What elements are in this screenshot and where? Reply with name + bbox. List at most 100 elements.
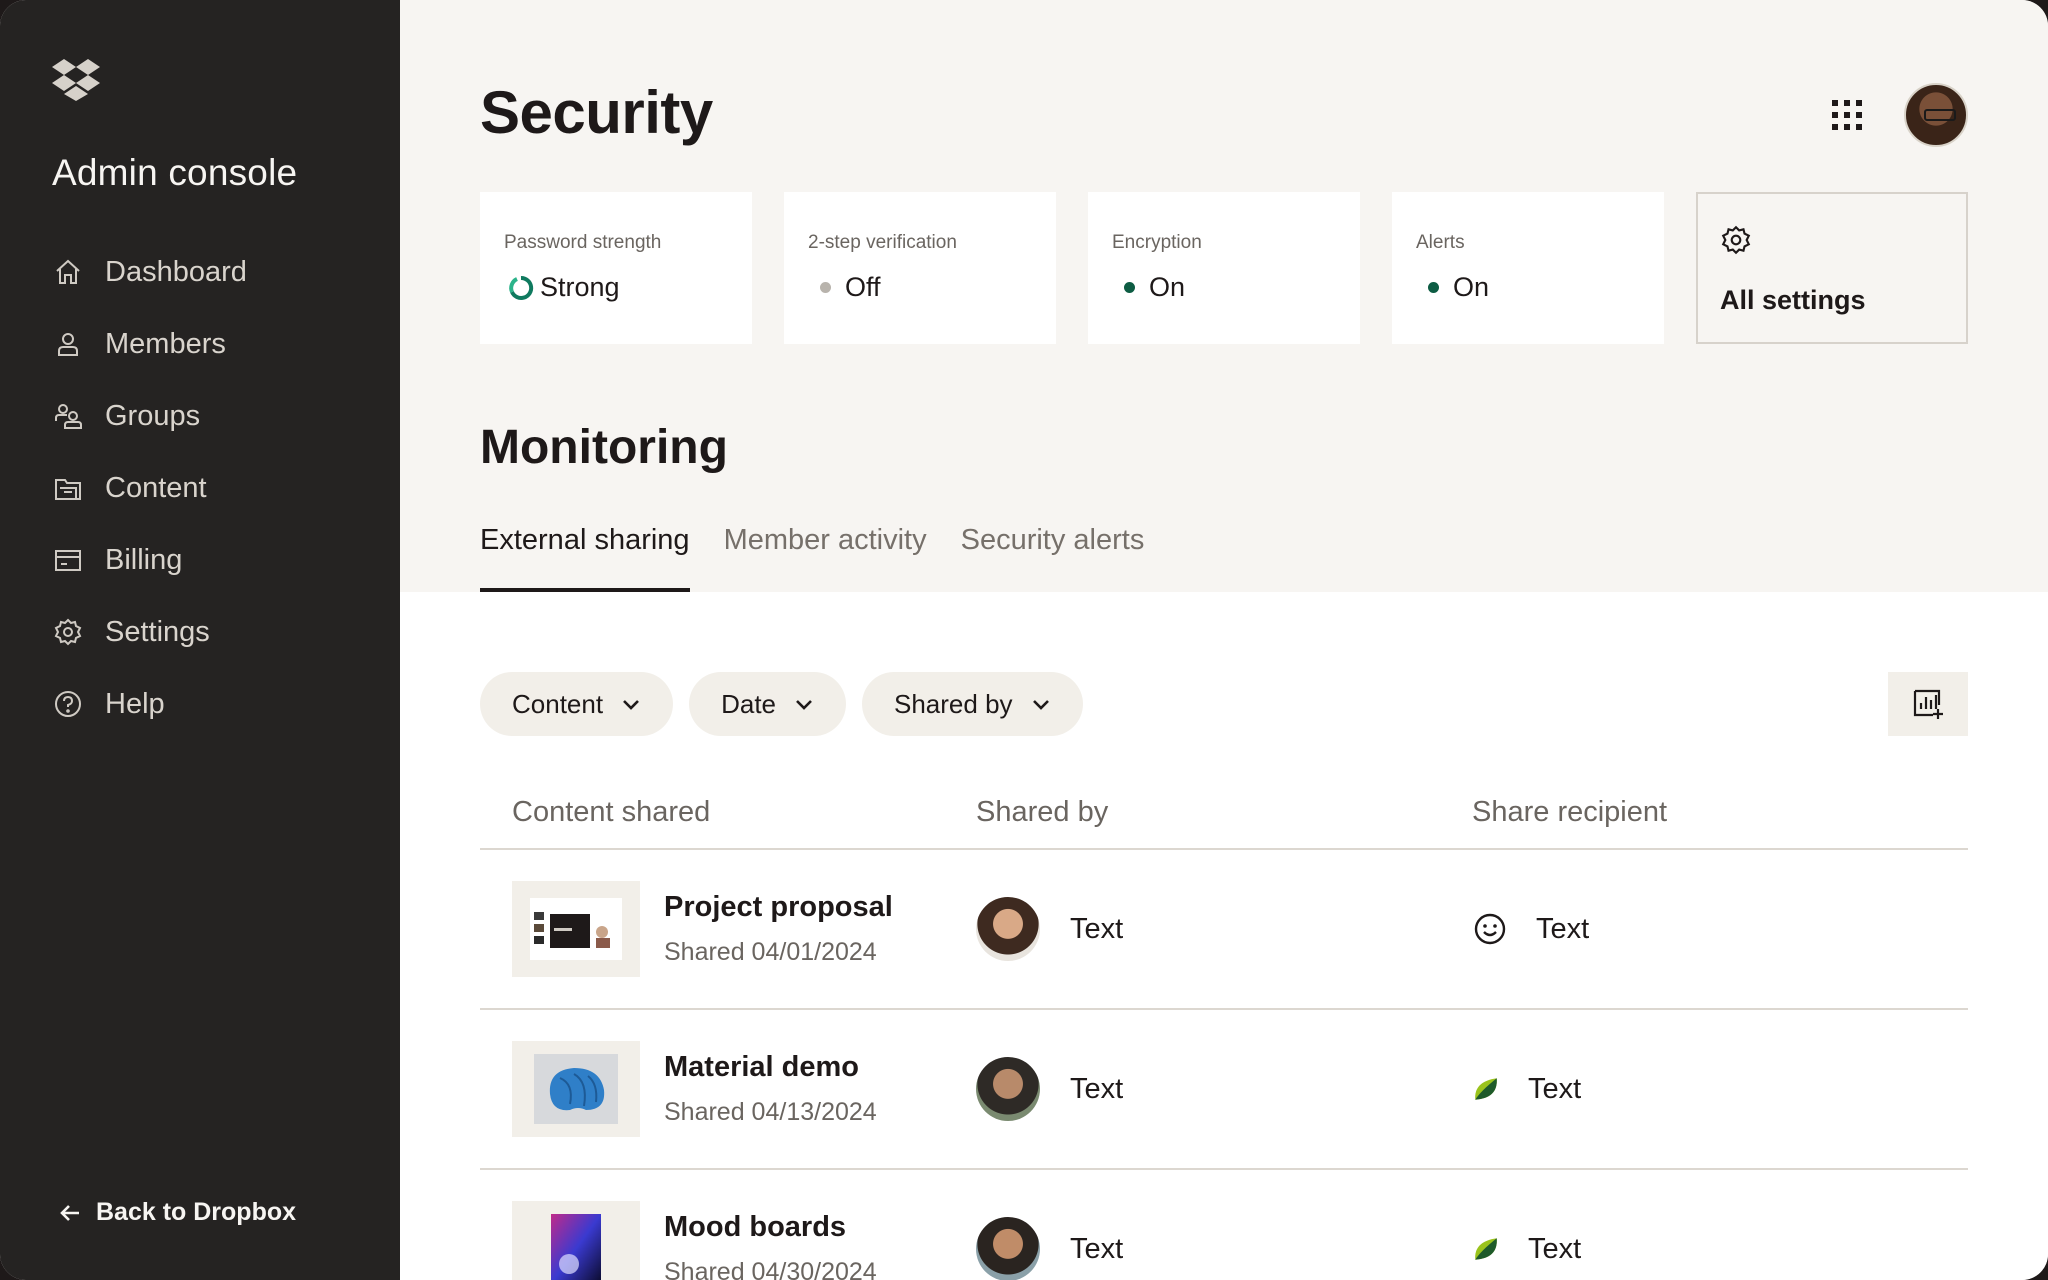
sidebar-nav: Dashboard Members Groups Content Billing… [52,236,352,740]
sharer-avatar[interactable] [976,897,1040,961]
table-row[interactable]: Material demo Shared 04/13/2024 Text Tex… [480,1010,1968,1170]
column-header[interactable]: Content shared [480,796,976,829]
content-text: Mood boards Shared 04/30/2024 [664,1211,877,1280]
filter-label: Date [721,688,776,719]
status-dot-icon [820,282,831,293]
app-window: Admin console Dashboard Members Groups C… [0,0,2048,1280]
sidebar-item-label: Members [105,327,226,360]
sidebar-item-help[interactable]: Help [52,668,352,740]
filter-content-button[interactable]: Content [480,672,674,736]
status-value-text: On [1453,272,1490,302]
folder-icon [52,472,84,504]
status-card-password[interactable]: Password strength Strong [480,192,752,344]
file-name[interactable]: Mood boards [664,1211,877,1244]
person-icon [52,328,84,360]
sharer-name: Text [1070,1232,1124,1265]
status-card-encryption[interactable]: Encryption On [1088,192,1360,344]
sidebar-item-members[interactable]: Members [52,308,352,380]
shared-by-cell: Text [976,897,1472,961]
sidebar-item-dashboard[interactable]: Dashboard [52,236,352,308]
sharer-avatar[interactable] [976,1217,1040,1280]
chart-add-icon [1913,689,1943,719]
column-header[interactable]: Share recipient [1472,796,1968,829]
recipient-cell: Text [1472,1231,1968,1267]
sidebar-item-settings[interactable]: Settings [52,596,352,668]
filter-bar: Content Date Shared by [480,672,1099,736]
content-cell: Material demo Shared 04/13/2024 [480,1041,976,1137]
all-settings-card[interactable]: All settings [1696,192,1968,344]
status-cards: Password strength Strong 2-step verifica… [480,192,1968,344]
recipient-name: Text [1528,1072,1582,1105]
table-row[interactable]: Project proposal Shared 04/01/2024 Text … [480,850,1968,1010]
smiley-icon [1472,911,1508,947]
monitoring-tabs: External sharing Member activity Securit… [480,520,1178,592]
sidebar-item-content[interactable]: Content [52,452,352,524]
content-text: Material demo Shared 04/13/2024 [664,1051,877,1127]
file-name[interactable]: Project proposal [664,891,893,924]
status-card-value: On [1416,272,1640,303]
status-card-label: Password strength [504,232,662,253]
user-avatar[interactable] [1904,83,1968,147]
tab-security-alerts[interactable]: Security alerts [961,520,1145,592]
status-card-value: Off [808,272,1032,303]
group-icon [52,400,84,432]
moodboard-thumbnail-icon [551,1214,601,1280]
help-icon [52,688,84,720]
file-thumbnail [512,881,640,977]
content-cell: Mood boards Shared 04/30/2024 [480,1201,976,1280]
recipient-cell: Text [1472,911,1968,947]
leaf-icon [1472,1071,1500,1107]
file-name[interactable]: Material demo [664,1051,877,1084]
shared-date: Shared 04/30/2024 [664,1258,877,1280]
recipient-cell: Text [1472,1071,1968,1107]
shared-by-cell: Text [976,1057,1472,1121]
status-card-alerts[interactable]: Alerts On [1392,192,1664,344]
main-content: Security Password strength Strong 2-step… [400,0,2048,1280]
sidebar-item-billing[interactable]: Billing [52,524,352,596]
home-icon [52,256,84,288]
sidebar-item-label: Dashboard [105,255,247,288]
sharing-table: Content shared Shared by Share recipient [480,776,1968,1280]
shared-by-cell: Text [976,1217,1472,1280]
status-card-label: Encryption [1112,232,1202,253]
app-grid-icon[interactable] [1830,98,1864,132]
all-settings-label: All settings [1720,285,1866,315]
monitoring-title: Monitoring [480,421,728,474]
shared-date: Shared 04/13/2024 [664,1098,877,1126]
sidebar-item-label: Billing [105,543,183,576]
sharer-name: Text [1070,912,1124,945]
recipient-name: Text [1528,1232,1582,1265]
filter-shared-by-button[interactable]: Shared by [862,672,1083,736]
arrow-left-icon [60,1204,79,1221]
sidebar-item-groups[interactable]: Groups [52,380,352,452]
gear-icon [1721,225,1751,255]
file-thumbnail [512,1041,640,1137]
status-value-text: Strong [540,272,620,302]
table-row[interactable]: Mood boards Shared 04/30/2024 Text Text [480,1170,1968,1280]
status-dot-icon [1124,282,1135,293]
sharer-name: Text [1070,1072,1124,1105]
gear-icon [52,616,84,648]
dropbox-logo-icon[interactable] [52,56,100,102]
back-link-label: Back to Dropbox [96,1198,297,1226]
presentation-thumbnail-icon [530,898,622,960]
status-card-label: Alerts [1416,232,1465,253]
sidebar-item-label: Content [105,471,207,504]
tab-member-activity[interactable]: Member activity [724,520,927,592]
back-to-dropbox-link[interactable]: Back to Dropbox [58,1198,296,1227]
status-card-2step[interactable]: 2-step verification Off [784,192,1056,344]
content-cell: Project proposal Shared 04/01/2024 [480,881,976,977]
filter-date-button[interactable]: Date [689,672,846,736]
status-card-value: On [1112,272,1336,303]
tab-external-sharing[interactable]: External sharing [480,520,690,592]
table-header: Content shared Shared by Share recipient [480,776,1968,850]
export-report-button[interactable] [1888,672,1968,736]
filter-label: Shared by [894,688,1013,719]
status-card-value: Strong [504,272,728,303]
sharer-avatar[interactable] [976,1057,1040,1121]
status-dot-icon [1428,282,1439,293]
sidebar-item-label: Groups [105,399,201,432]
filter-label: Content [512,688,604,719]
chevron-down-icon [623,700,639,710]
column-header[interactable]: Shared by [976,796,1472,829]
